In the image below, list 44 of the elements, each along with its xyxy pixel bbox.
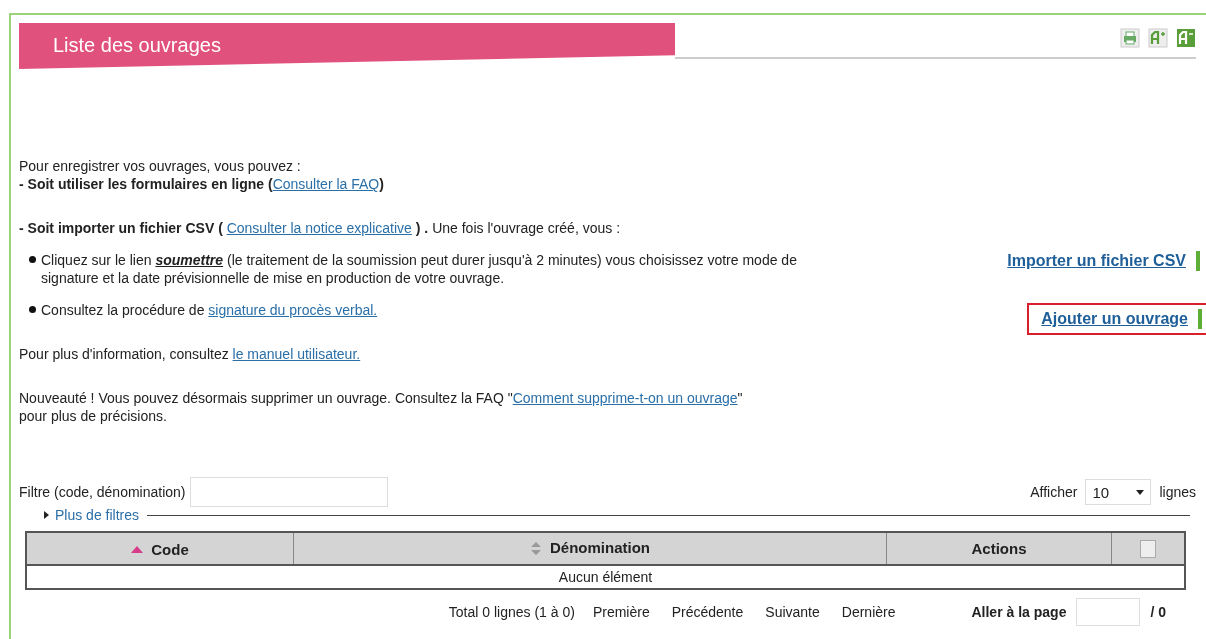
empty-message: Aucun élément — [558, 569, 653, 585]
paragraph: Pour enregistrer vos ouvrages, vous pouvez : — [19, 157, 302, 175]
text-smaller-icon[interactable] — [1176, 28, 1196, 48]
triangle-icon — [43, 511, 49, 519]
accent-bar — [1196, 251, 1200, 271]
action-link[interactable]: Ajouter un ouvrage — [1041, 310, 1188, 328]
text-link[interactable]: Comment supprime-t-on un ouvrage — [512, 390, 738, 406]
filter-field[interactable] — [189, 477, 388, 507]
more-filters-toggle[interactable]: Plus de filtres — [43, 507, 140, 523]
bullet-icon — [29, 306, 36, 313]
text-link[interactable]: le manuel utilisateur. — [232, 346, 361, 362]
show-label: Afficher — [1030, 484, 1078, 500]
page-field[interactable] — [1076, 598, 1141, 626]
column-header[interactable]: Code — [131, 541, 189, 558]
goto-label: Aller à la page — [971, 604, 1067, 620]
page-count: / 0 — [1150, 604, 1166, 620]
caret-icon — [1136, 489, 1145, 495]
rows-label: lignes — [1159, 484, 1196, 500]
column-header: Actions — [971, 540, 1027, 557]
sort-icon — [131, 546, 144, 553]
page-title: Liste des ouvrages — [19, 23, 675, 69]
row-total: Total 0 lignes (1 à 0) — [448, 604, 575, 620]
pager-link[interactable]: Suivante — [765, 604, 820, 620]
text-larger-icon[interactable] — [1148, 28, 1168, 48]
text-link[interactable]: signature du procès verbal. — [208, 302, 378, 318]
page-size-dropdown[interactable]: 10 — [1085, 479, 1152, 505]
action-link[interactable]: Importer un fichier CSV — [1007, 252, 1186, 270]
paragraph: Nouveauté ! Vous pouvez désormais supprimer un ouvrage. Consultez la FAQ "Comment supprime-t-on un ouvrage" pour plus de précisions. — [19, 389, 744, 425]
filter-label: Filtre (code, dénomination) — [19, 484, 186, 500]
text-link[interactable]: Consulter la notice explicative — [226, 220, 412, 236]
pager-link[interactable]: Précédente — [671, 604, 744, 620]
pager-link[interactable]: Première — [592, 604, 650, 620]
bullet-item: Consultez la procédure de signature du procès verbal. — [41, 301, 821, 319]
sort-icon — [530, 540, 542, 555]
bullet-icon — [29, 256, 36, 263]
paragraph: Pour plus d'information, consultez le manuel utilisateur. — [19, 345, 362, 363]
bullet-item: Cliquez sur le lien soumettre (le traitement de la soumission peut durer jusqu'à 2 minutes) vous choisissez votre mode de signature et la date prévisionnelle de mise en production de votre ouvrage. — [41, 251, 821, 287]
column-header[interactable]: Dénomination — [530, 539, 650, 557]
paragraph: - Soit utiliser les formulaires en ligne (Consulter la FAQ) — [19, 175, 385, 193]
accent-bar — [1198, 309, 1202, 329]
pager-link[interactable]: Dernière — [841, 604, 896, 620]
paragraph: - Soit importer un fichier CSV ( Consulter la notice explicative ) . Une fois l'ouvrage créé, vous : — [19, 219, 622, 237]
print-icon[interactable] — [1120, 28, 1140, 48]
select-all-checkbox[interactable] — [1140, 540, 1156, 558]
